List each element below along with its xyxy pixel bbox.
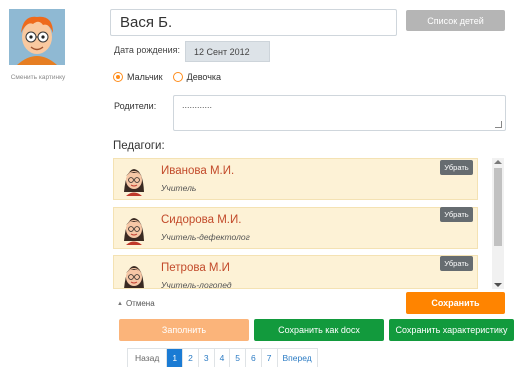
save-docx-button[interactable]: Сохранить как docx	[254, 319, 384, 341]
teacher-avatar-icon	[117, 211, 151, 245]
boy-avatar-icon	[9, 9, 65, 65]
radio-girl[interactable]	[172, 72, 183, 82]
pager-page[interactable]: 4	[214, 349, 231, 367]
save-characteristic-button[interactable]: Сохранить характеристику	[389, 319, 514, 341]
radio-girl-label[interactable]: Девочка	[187, 72, 221, 82]
scroll-thumb[interactable]	[494, 168, 502, 246]
teachers-scrollbar[interactable]	[492, 158, 504, 289]
child-avatar[interactable]	[9, 9, 65, 65]
remove-teacher-button[interactable]: Убрать	[440, 207, 473, 222]
pager-page[interactable]: 7	[261, 349, 278, 367]
cancel-label: Отмена	[125, 299, 155, 308]
pager-prev[interactable]: Назад	[128, 349, 168, 367]
teacher-card: Сидорова М.И. Учитель-дефектолог	[113, 207, 478, 249]
teacher-avatar-icon	[117, 162, 151, 196]
scroll-up-icon[interactable]	[494, 160, 502, 164]
pager-page[interactable]: 5	[230, 349, 247, 367]
parents-value: ............	[182, 100, 213, 110]
resize-handle-icon[interactable]	[495, 121, 502, 128]
child-name-input[interactable]: Вася Б.	[110, 9, 397, 36]
radio-boy[interactable]	[113, 72, 123, 82]
teacher-role: Учитель-дефектолог	[161, 232, 250, 242]
parents-textarea[interactable]: ............	[173, 95, 506, 131]
teacher-name: Сидорова М.И.	[161, 214, 242, 226]
pager-page[interactable]: 3	[198, 349, 215, 367]
teacher-role: Учитель	[161, 183, 197, 193]
parents-label: Родители:	[114, 101, 157, 111]
pager-page[interactable]: 2	[183, 349, 199, 367]
teacher-name: Иванова М.И.	[161, 165, 235, 177]
pager-page[interactable]: 6	[246, 349, 262, 367]
cancel-link[interactable]: ▲ Отмена	[117, 299, 155, 308]
children-list-button[interactable]: Список детей	[406, 10, 505, 31]
teacher-name: Петрова М.И	[161, 262, 230, 274]
teacher-role: Учитель-логопед	[161, 280, 232, 289]
teacher-avatar-icon	[117, 259, 151, 288]
dob-label: Дата рождения:	[114, 45, 180, 55]
fill-button[interactable]: Заполнить	[119, 319, 249, 341]
dob-field[interactable]: 12 Сент 2012	[185, 41, 270, 62]
gender-radio-group: Мальчик Девочка	[113, 72, 227, 82]
pagination: Назад 1 2 3 4 5 6 7 Вперед	[127, 348, 318, 367]
remove-teacher-button[interactable]: Убрать	[440, 160, 473, 175]
pager-next[interactable]: Вперед	[277, 349, 317, 367]
teachers-title: Педагоги:	[113, 140, 165, 152]
pager-page[interactable]: 1	[167, 349, 184, 367]
remove-teacher-button[interactable]: Убрать	[440, 256, 473, 271]
teacher-card: Петрова М.И Учитель-логопед	[113, 255, 478, 289]
caret-up-icon: ▲	[117, 300, 123, 307]
teacher-card: Иванова М.И. Учитель	[113, 158, 478, 200]
scroll-down-icon[interactable]	[494, 283, 502, 287]
radio-boy-label[interactable]: Мальчик	[127, 72, 163, 82]
change-picture-link[interactable]: Сменить картинку	[0, 74, 76, 81]
save-button[interactable]: Сохранить	[406, 292, 505, 314]
